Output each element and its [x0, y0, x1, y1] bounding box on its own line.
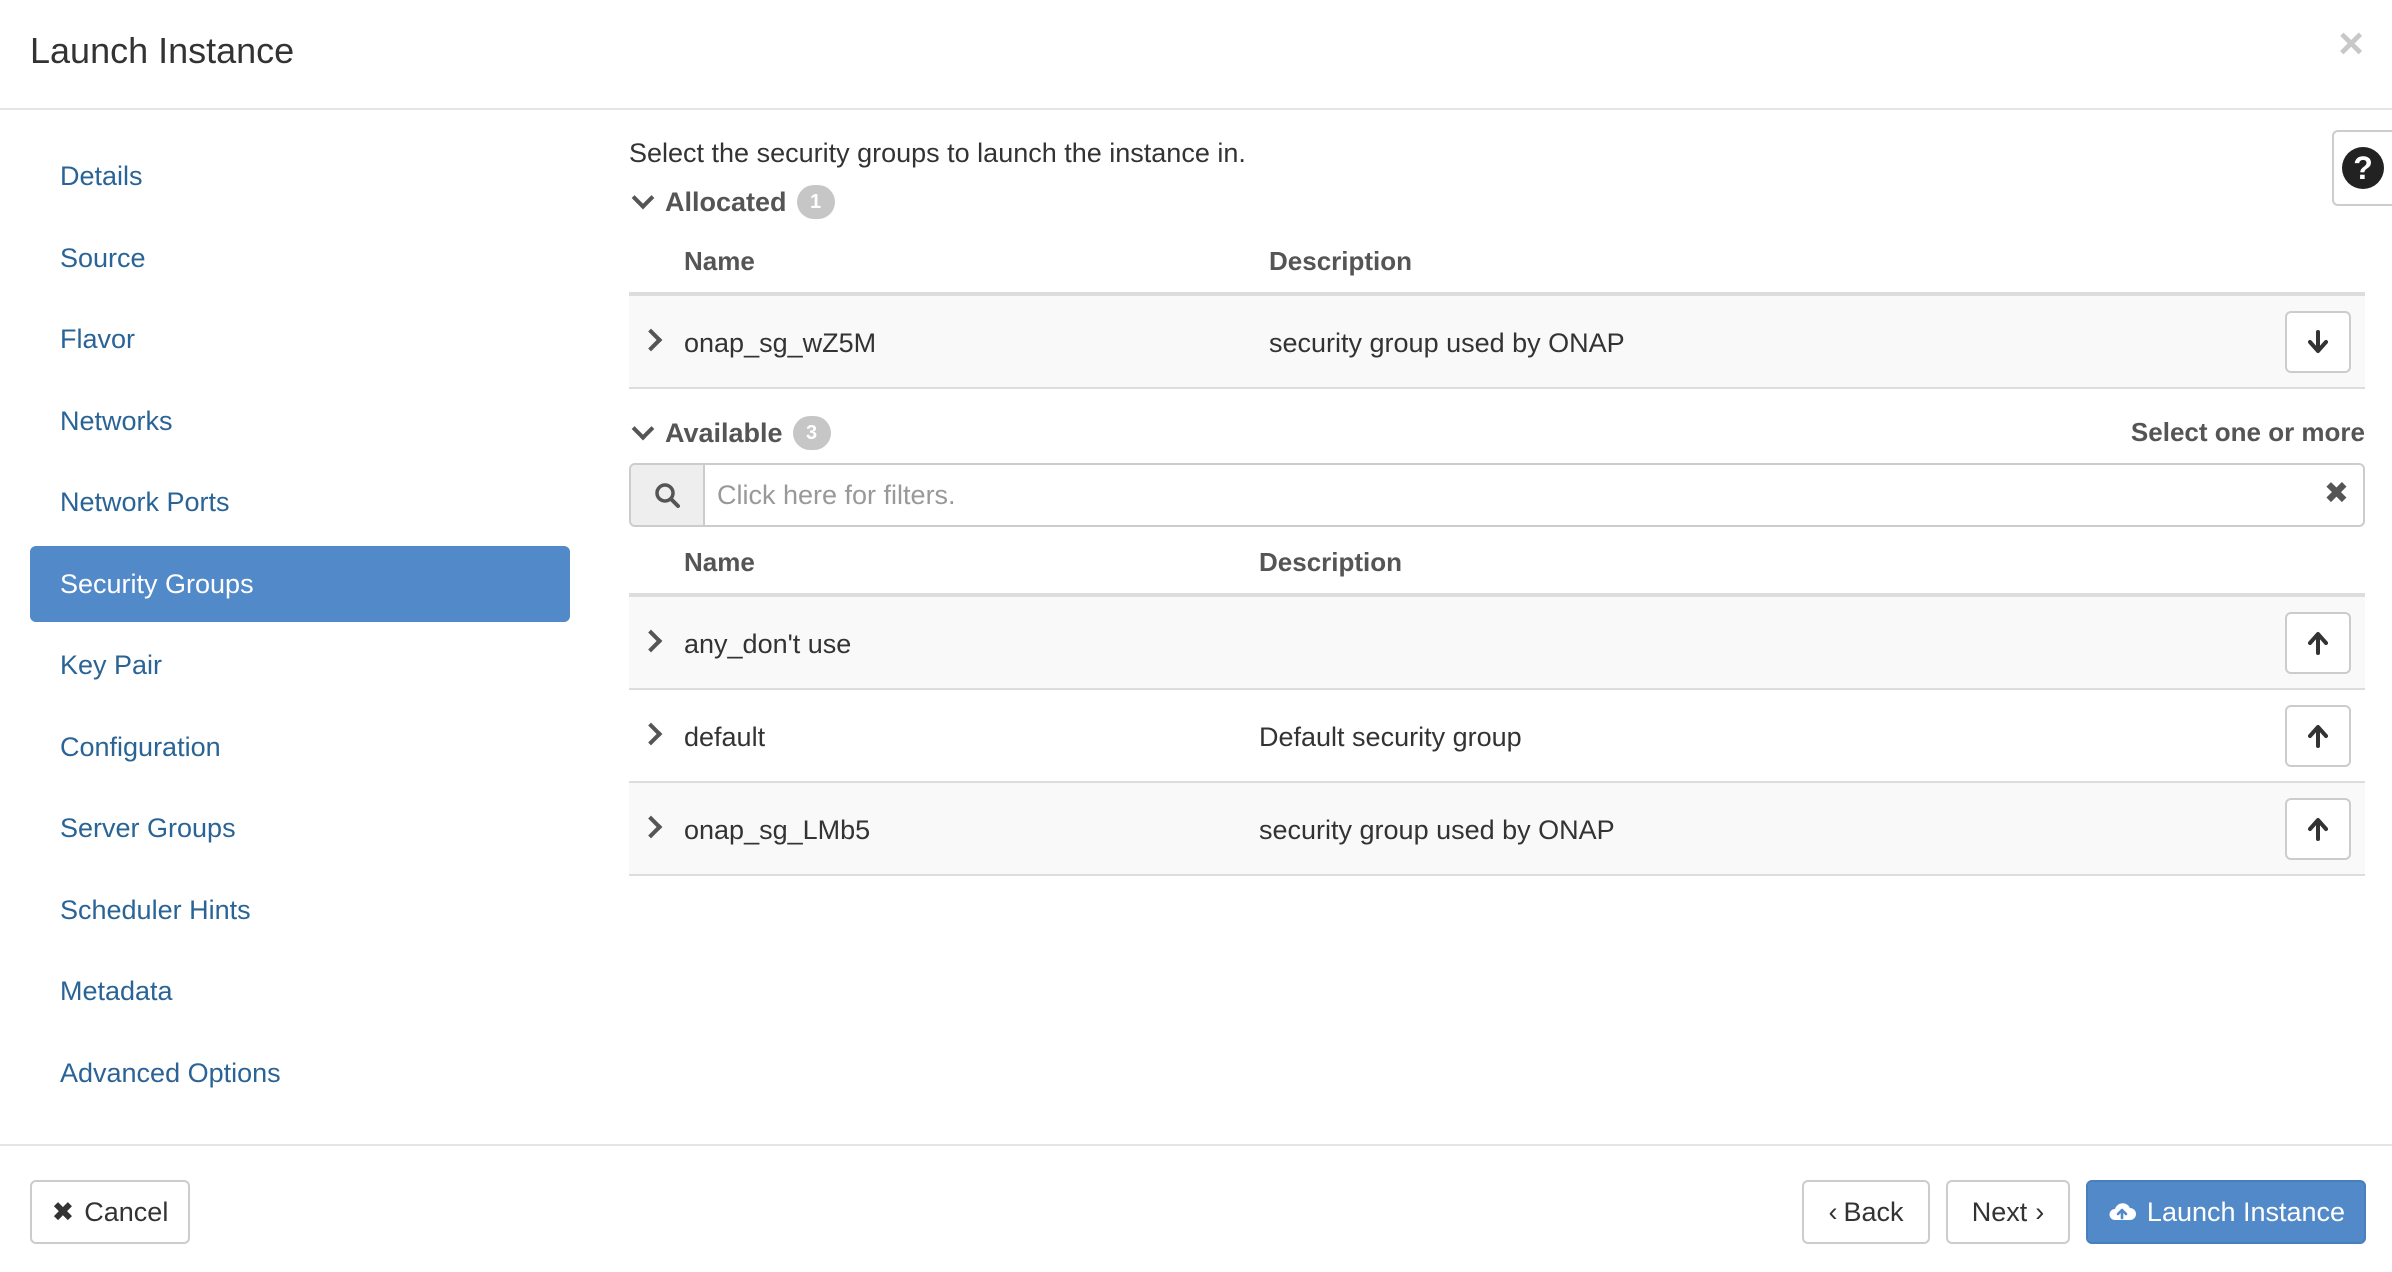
cloud-upload-icon — [2107, 1200, 2137, 1224]
available-count-badge: 3 — [792, 416, 831, 450]
nav-item-details[interactable]: Details — [30, 138, 570, 214]
chevron-down-icon — [631, 186, 655, 210]
table-row: onap_sg_wZ5M security group used by ONAP — [629, 296, 2365, 389]
arrow-up-icon — [2308, 818, 2328, 841]
modal-header: Launch Instance × — [0, 0, 2392, 110]
modal-title: Launch Instance — [30, 30, 295, 71]
nav-item-advanced-options[interactable]: Advanced Options — [30, 1035, 570, 1111]
allocated-section-toggle[interactable]: Allocated 1 — [629, 178, 2365, 226]
close-icon[interactable]: × — [2338, 22, 2364, 66]
deallocate-button[interactable] — [2285, 311, 2351, 373]
table-header: Name Description — [629, 527, 2365, 597]
nav-item-network-ports[interactable]: Network Ports — [30, 464, 570, 540]
table-row: any_don't use — [629, 597, 2365, 690]
arrow-down-icon — [2308, 330, 2328, 353]
column-header-name: Name — [684, 246, 755, 276]
allocate-button[interactable] — [2285, 705, 2351, 767]
next-label: Next — [1971, 1196, 2028, 1227]
row-description: Default security group — [1259, 722, 1522, 752]
search-icon — [631, 465, 705, 525]
nav-item-source[interactable]: Source — [30, 220, 570, 296]
available-title: Available — [665, 417, 783, 448]
back-label: Back — [1843, 1196, 1904, 1227]
allocated-title: Allocated — [665, 186, 787, 217]
chevron-left-icon: ‹ — [1828, 1196, 1838, 1227]
chevron-right-icon[interactable] — [639, 815, 663, 839]
launch-instance-button[interactable]: Launch Instance — [2086, 1180, 2366, 1244]
table-row: onap_sg_LMb5 security group used by ONAP — [629, 783, 2365, 876]
cancel-label: Cancel — [84, 1196, 169, 1227]
cancel-button[interactable]: ✖ Cancel — [30, 1180, 190, 1244]
available-section-toggle[interactable]: Available 3 Select one or more — [629, 409, 2365, 457]
nav-item-metadata[interactable]: Metadata — [30, 953, 570, 1029]
wizard-nav: Details Source Flavor Networks Network P… — [30, 138, 570, 1116]
chevron-down-icon — [631, 417, 655, 441]
filter-bar: ✖ — [629, 463, 2365, 527]
row-description: security group used by ONAP — [1259, 815, 1615, 845]
clear-filter-icon[interactable]: ✖ — [2324, 479, 2349, 509]
nav-item-networks[interactable]: Networks — [30, 383, 570, 459]
row-name: default — [684, 722, 766, 752]
allocate-button[interactable] — [2285, 798, 2351, 860]
column-header-description: Description — [1259, 547, 1403, 577]
table-row: default Default security group — [629, 690, 2365, 783]
close-icon: ✖ — [51, 1196, 75, 1227]
nav-item-key-pair[interactable]: Key Pair — [30, 627, 570, 703]
table-header: Name Description — [629, 226, 2365, 296]
back-button[interactable]: ‹ Back — [1802, 1180, 1930, 1244]
intro-text: Select the security groups to launch the… — [629, 138, 1246, 168]
chevron-right-icon: › — [2035, 1196, 2045, 1227]
launch-label: Launch Instance — [2146, 1196, 2346, 1227]
next-button[interactable]: Next › — [1946, 1180, 2070, 1244]
chevron-right-icon[interactable] — [639, 722, 663, 746]
column-header-description: Description — [1269, 246, 1413, 276]
filter-input[interactable] — [717, 465, 2277, 525]
row-name: any_don't use — [684, 629, 852, 659]
nav-item-configuration[interactable]: Configuration — [30, 709, 570, 785]
nav-item-server-groups[interactable]: Server Groups — [30, 790, 570, 866]
allocated-count-badge: 1 — [796, 185, 835, 219]
row-name: onap_sg_wZ5M — [684, 328, 877, 358]
arrow-up-icon — [2308, 725, 2328, 748]
nav-item-flavor[interactable]: Flavor — [30, 301, 570, 377]
available-table: Name Description any_don't use default D… — [629, 527, 2365, 876]
launch-instance-modal: Launch Instance × Details Source Flavor … — [0, 0, 2392, 1272]
arrow-up-icon — [2308, 632, 2328, 655]
row-name: onap_sg_LMb5 — [684, 815, 871, 845]
chevron-right-icon[interactable] — [639, 629, 663, 653]
select-hint: Select one or more — [2130, 417, 2365, 447]
chevron-right-icon[interactable] — [639, 328, 663, 352]
row-description: security group used by ONAP — [1269, 328, 1625, 358]
nav-item-scheduler-hints[interactable]: Scheduler Hints — [30, 872, 570, 948]
allocated-table: Name Description onap_sg_wZ5M security g… — [629, 226, 2365, 389]
modal-footer: ✖ Cancel ‹ Back Next › Launch Instance — [0, 1144, 2392, 1272]
security-groups-panel: Select the security groups to launch the… — [629, 138, 2365, 876]
column-header-name: Name — [684, 547, 755, 577]
nav-item-security-groups[interactable]: Security Groups — [30, 545, 570, 622]
allocate-button[interactable] — [2285, 612, 2351, 674]
